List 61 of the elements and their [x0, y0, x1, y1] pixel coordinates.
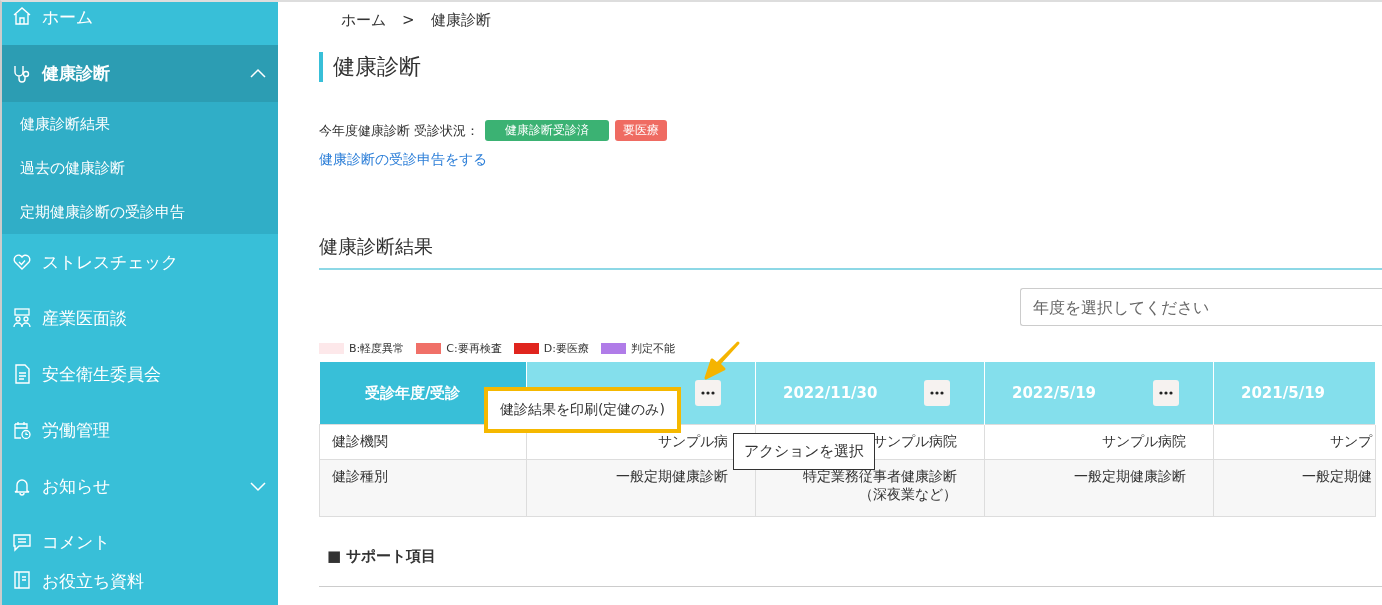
- nav-label: ホーム: [42, 6, 94, 29]
- status-label: 今年度健康診断 受診状況：: [319, 121, 480, 140]
- nav-item[interactable]: 産業医面談: [2, 290, 278, 346]
- nav-item[interactable]: コメント: [2, 514, 278, 570]
- row-label: 健診種別: [319, 459, 527, 517]
- table-cell: サンプル病院: [984, 424, 1214, 460]
- home-icon: [12, 6, 32, 26]
- submenu-item[interactable]: 健康診断結果: [2, 102, 278, 146]
- breadcrumb-separator: >: [402, 11, 415, 30]
- arrow-icon: [704, 340, 741, 381]
- nav-label: お知らせ: [42, 474, 111, 498]
- legend-label: 判定不能: [630, 341, 675, 356]
- nav-label: コメント: [42, 530, 111, 554]
- column-header: 2022/5/19: [984, 362, 1214, 425]
- submenu-item[interactable]: 定期健康診断の受診申告: [2, 190, 278, 234]
- status-badge: 健康診断受診済: [485, 120, 610, 141]
- calendar-clock-icon: [12, 420, 32, 440]
- more-button[interactable]: [1153, 380, 1179, 406]
- status-badge: 要医療: [615, 120, 668, 141]
- heart-check-icon: [12, 252, 32, 272]
- table-cell: サンプ: [1213, 424, 1376, 460]
- legend-label: B:軽度異常: [349, 341, 405, 356]
- column-header: 2021/5/19: [1213, 362, 1376, 425]
- legend-label: D:要医療: [543, 341, 589, 356]
- row-label: 健診機関: [319, 424, 527, 460]
- nav-label: 産業医面談: [42, 306, 128, 330]
- book-icon: [12, 570, 32, 590]
- nav-item[interactable]: 安全衛生委員会: [2, 346, 278, 402]
- nav-label: ストレスチェック: [42, 250, 179, 274]
- nav-item[interactable]: 労働管理: [2, 402, 278, 458]
- submenu-item[interactable]: 過去の健康診断: [2, 146, 278, 190]
- page-title: 健康診断: [319, 52, 1382, 82]
- table-cell: 一般定期健: [1213, 459, 1376, 517]
- nav-item[interactable]: ホーム: [2, 2, 278, 45]
- people-icon: [12, 308, 32, 328]
- support-title: ■ サポート項目: [327, 547, 438, 566]
- nav-label: 健康診断: [42, 62, 111, 85]
- stethoscope-icon: [12, 63, 32, 84]
- bell-icon: [12, 476, 32, 496]
- nav-label: 安全衛生委員会: [42, 362, 162, 386]
- nav-label: お役立ち資料: [42, 570, 145, 593]
- more-button[interactable]: [924, 380, 950, 406]
- nav-item[interactable]: お知らせ: [2, 458, 278, 514]
- year-select[interactable]: 年度を選択してください: [1020, 288, 1382, 326]
- nav-item[interactable]: ストレスチェック: [2, 234, 278, 290]
- more-button[interactable]: [695, 380, 721, 406]
- tooltip: アクションを選択: [733, 433, 875, 470]
- nav-item[interactable]: 健康診断: [2, 45, 278, 102]
- print-menu-item[interactable]: 健診結果を印刷(定健のみ): [484, 387, 681, 433]
- declare-link[interactable]: 健康診断の受診申告をする: [319, 151, 487, 167]
- column-header: 2022/11/30: [755, 362, 985, 425]
- nav-label: 労働管理: [42, 418, 111, 442]
- chat-icon: [12, 532, 32, 552]
- table-cell: 一般定期健康診断: [526, 459, 756, 517]
- legend-label: C:要再検査: [446, 341, 502, 356]
- document-icon: [12, 364, 32, 384]
- nav-item[interactable]: お役立ち資料: [2, 570, 278, 604]
- breadcrumb-item[interactable]: ホーム: [341, 11, 386, 30]
- table-cell: 一般定期健康診断: [984, 459, 1214, 517]
- breadcrumb-item[interactable]: 健康診断: [430, 11, 491, 30]
- section-title: 健康診断結果: [319, 234, 1382, 270]
